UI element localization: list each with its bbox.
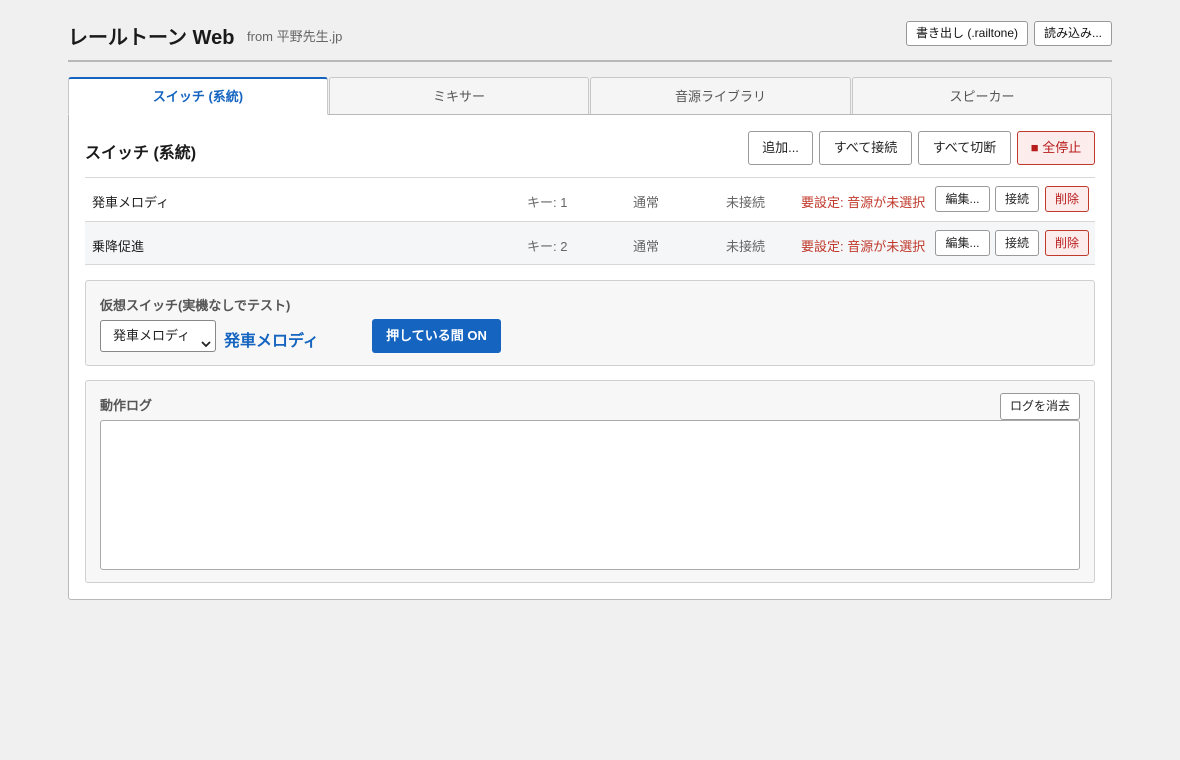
app-header: レールトーン Web from 平野先生.jp 書き出し (.railtone)… [68, 0, 1112, 62]
switch-connection-status: 未接続 [726, 239, 766, 254]
section-title: スイッチ (系統) [85, 145, 197, 162]
edit-button[interactable]: 編集... [935, 230, 990, 256]
export-button[interactable]: 書き出し (.railtone) [906, 21, 1029, 46]
switch-mode: 通常 [633, 195, 660, 210]
selected-switch-label: 発車メロディ [224, 333, 319, 350]
app-container: レールトーン Web from 平野先生.jp 書き出し (.railtone)… [68, 0, 1112, 600]
switch-name: 乗降促進 [92, 239, 145, 254]
virtual-switch-box: 仮想スイッチ(実機なしでテスト) 発車メロディ 発車メロディ 押している間 ON [85, 280, 1095, 366]
connect-button[interactable]: 接続 [995, 186, 1039, 212]
switch-panel: スイッチ (系統) 追加... すべて接続 すべて切断 ■ 全停止 発車メロディ… [68, 114, 1112, 600]
delete-button[interactable]: 削除 [1045, 230, 1089, 256]
edit-button[interactable]: 編集... [935, 186, 990, 212]
switch-key: キー: 2 [527, 239, 568, 254]
press-hold-button[interactable]: 押している間 ON [372, 319, 501, 353]
stop-all-button[interactable]: ■ 全停止 [1017, 131, 1095, 165]
log-box: 動作ログ ログを消去 [85, 380, 1095, 583]
log-title: 動作ログ [100, 398, 153, 413]
tab-mixer[interactable]: ミキサー [329, 77, 589, 115]
tab-sound-library[interactable]: 音源ライブラリ [590, 77, 851, 115]
app-subtitle: from 平野先生.jp [247, 29, 343, 44]
virtual-switch-title: 仮想スイッチ(実機なしでテスト) [100, 298, 291, 313]
clear-log-button[interactable]: ログを消去 [1000, 393, 1080, 420]
chevron-down-icon [201, 330, 211, 360]
connect-all-button[interactable]: すべて接続 [819, 131, 912, 165]
connect-button[interactable]: 接続 [995, 230, 1039, 256]
switch-warning: 要設定: 音源が未選択 [801, 239, 926, 254]
tab-bar: スイッチ (系統) ミキサー 音源ライブラリ スピーカー [68, 77, 1112, 115]
switch-key: キー: 1 [527, 195, 568, 210]
switch-row: 発車メロディ キー: 1 通常 未接続 要設定: 音源が未選択 編集... 接続… [85, 177, 1095, 221]
tab-switches[interactable]: スイッチ (系統) [68, 77, 328, 115]
add-switch-button[interactable]: 追加... [748, 131, 813, 165]
delete-button[interactable]: 削除 [1045, 186, 1089, 212]
switch-select[interactable]: 発車メロディ [100, 320, 216, 352]
import-button[interactable]: 読み込み... [1034, 21, 1112, 46]
switch-row: 乗降促進 キー: 2 通常 未接続 要設定: 音源が未選択 編集... 接続 削… [85, 221, 1095, 265]
switch-select-value: 発車メロディ [113, 328, 191, 343]
switch-mode: 通常 [633, 239, 660, 254]
switch-connection-status: 未接続 [726, 195, 766, 210]
disconnect-all-button[interactable]: すべて切断 [918, 131, 1011, 165]
log-textarea[interactable] [100, 420, 1080, 570]
switch-name: 発車メロディ [92, 195, 170, 210]
app-title: レールトーン Web [68, 27, 235, 49]
switch-warning: 要設定: 音源が未選択 [801, 195, 926, 210]
tab-speakers[interactable]: スピーカー [852, 77, 1112, 115]
